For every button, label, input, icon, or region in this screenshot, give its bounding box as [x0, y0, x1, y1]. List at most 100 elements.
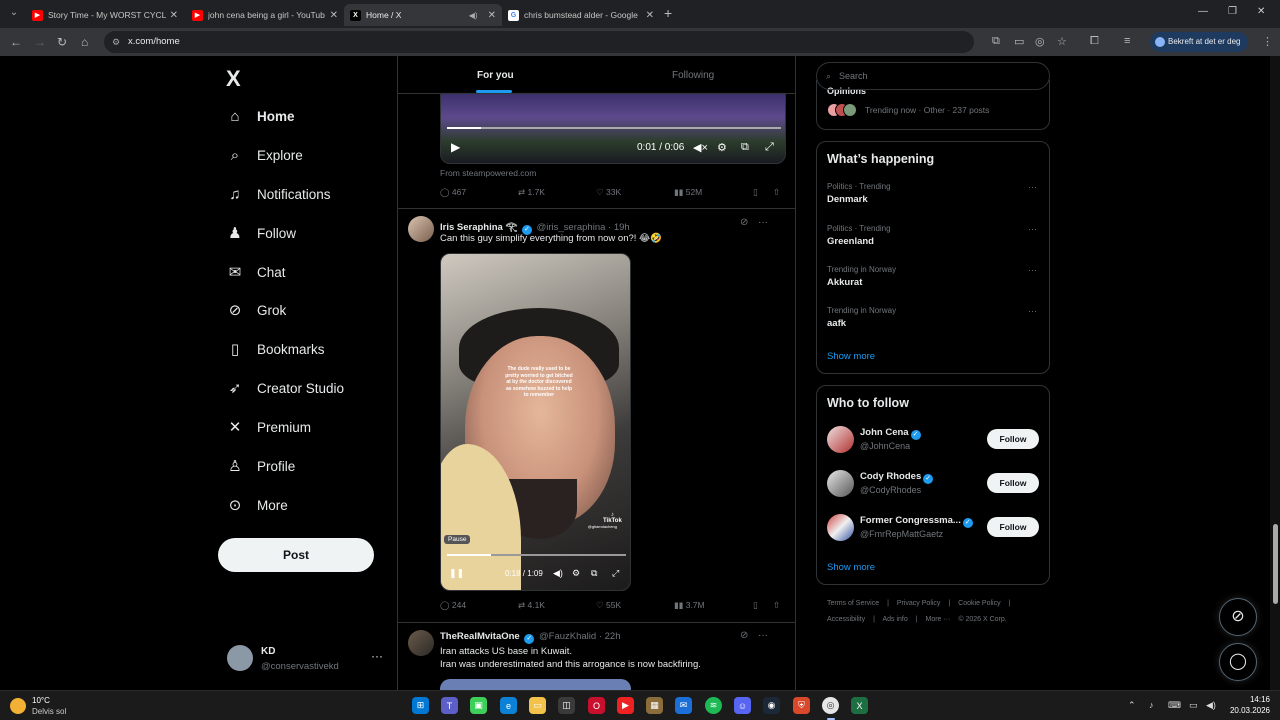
- reload-icon[interactable]: ↻: [57, 35, 67, 49]
- scrollbar-thumb[interactable]: [1273, 524, 1278, 604]
- opera-icon[interactable]: O: [588, 697, 605, 714]
- grok-icon[interactable]: ⊘: [740, 630, 748, 641]
- settings-icon[interactable]: ⚙: [717, 141, 727, 154]
- author-name[interactable]: TheRealMvitaOne: [440, 631, 520, 642]
- keyboard-icon[interactable]: ⌨: [1168, 700, 1181, 711]
- chevron-up-icon[interactable]: ⌃: [1128, 700, 1136, 711]
- shield-icon[interactable]: ⛨: [793, 697, 810, 714]
- like-button[interactable]: ♡ 33K: [596, 187, 621, 198]
- show-more-link[interactable]: Show more: [827, 562, 875, 573]
- bookmark-icon[interactable]: ▯: [753, 187, 758, 198]
- close-tab-icon[interactable]: ✕: [330, 10, 338, 21]
- store-icon[interactable]: ◫: [558, 697, 575, 714]
- star-icon[interactable]: ☆: [1057, 35, 1067, 48]
- nav-follow[interactable]: ♟ Follow: [226, 218, 296, 248]
- footer-link-ads-info[interactable]: Ads info: [882, 616, 907, 623]
- app-icon-brown[interactable]: ▦: [646, 697, 663, 714]
- microphone-icon[interactable]: ♪: [1149, 700, 1154, 710]
- start-icon[interactable]: ⊞: [412, 697, 429, 714]
- nav-bookmarks[interactable]: ▯ Bookmarks: [226, 334, 325, 364]
- browser-menu-icon[interactable]: ⋮: [1262, 35, 1273, 48]
- reply-button[interactable]: ◯ 467: [440, 187, 466, 198]
- volume-icon[interactable]: ◀): [553, 568, 563, 579]
- views-button[interactable]: ▮▮ 52M: [674, 187, 702, 198]
- browser-tab-2[interactable]: ▶ john cena being a girl - YouTub ✕: [186, 4, 344, 26]
- pip-icon[interactable]: ⧉: [591, 568, 597, 579]
- repost-button[interactable]: ⇄ 1.7K: [518, 187, 545, 198]
- account-switcher[interactable]: KD @conservastivekd ···: [227, 644, 387, 674]
- close-tab-icon[interactable]: ✕: [646, 10, 654, 21]
- x-logo[interactable]: X: [226, 66, 241, 92]
- search-input[interactable]: ⌕ Search: [816, 62, 1050, 90]
- share-icon[interactable]: ⇧: [773, 600, 780, 611]
- video-progress-bar[interactable]: [447, 554, 626, 556]
- trend-item[interactable]: Politics · Trending Denmark ···: [827, 182, 1041, 212]
- reading-list-icon[interactable]: ≡: [1124, 35, 1130, 47]
- excel-icon[interactable]: X: [851, 697, 868, 714]
- tweet2-video[interactable]: The dude really used to be pretty worrie…: [440, 253, 631, 591]
- new-tab-button[interactable]: +: [664, 5, 672, 21]
- media-source[interactable]: From steampowered.com: [440, 168, 536, 178]
- trend-item[interactable]: Trending in Norway aafk ···: [827, 306, 1041, 336]
- chrome-icon[interactable]: ◎: [822, 697, 839, 714]
- mute-icon[interactable]: ◀×: [693, 141, 708, 154]
- forward-icon[interactable]: →: [34, 35, 46, 49]
- trend-item[interactable]: Politics · Trending Greenland ···: [827, 224, 1041, 254]
- extensions-icon[interactable]: ⧠: [1090, 35, 1099, 48]
- tweet3-media[interactable]: [440, 679, 631, 690]
- nav-creator-studio[interactable]: ➶ Creator Studio: [226, 373, 344, 403]
- youtube-icon[interactable]: ▶: [617, 697, 634, 714]
- tab-for-you[interactable]: For you: [477, 70, 514, 81]
- eye-off-icon[interactable]: ◎: [1035, 35, 1045, 48]
- follow-suggestion[interactable]: John Cena ✓ @JohnCena Follow: [827, 426, 1041, 460]
- more-dots-icon[interactable]: ···: [758, 630, 768, 641]
- close-tab-icon[interactable]: ✕: [170, 10, 178, 21]
- pip-icon[interactable]: ⧉: [741, 141, 749, 154]
- avatar[interactable]: [408, 216, 434, 242]
- follow-button[interactable]: Follow: [987, 429, 1039, 449]
- messages-fab-button[interactable]: ◯: [1219, 643, 1257, 681]
- nav-chat[interactable]: ✉ Chat: [226, 257, 286, 287]
- nav-home[interactable]: ⌂ Home: [226, 101, 294, 131]
- more-dots-icon[interactable]: ···: [1028, 224, 1037, 234]
- outlook-icon[interactable]: ✉: [675, 697, 692, 714]
- video-progress-bar[interactable]: [447, 127, 781, 129]
- home-icon[interactable]: ⌂: [81, 35, 88, 49]
- system-clock[interactable]: 14:16 20.03.2026: [1226, 694, 1270, 716]
- tab-following[interactable]: Following: [672, 70, 714, 81]
- steam-icon[interactable]: ◉: [763, 697, 780, 714]
- footer-link-cookies[interactable]: Cookie Policy: [958, 600, 1000, 607]
- follow-suggestion[interactable]: Former Congressma... ✓ @FmrRepMattGaetz F…: [827, 514, 1041, 548]
- maximize-button[interactable]: ❐: [1228, 6, 1237, 17]
- nav-explore[interactable]: ⌕ Explore: [226, 140, 303, 170]
- volume-icon[interactable]: ◀): [1206, 700, 1216, 711]
- post-button[interactable]: Post: [218, 538, 374, 572]
- nav-notifications[interactable]: ♫ Notifications: [226, 179, 330, 209]
- share-icon[interactable]: ⇧: [773, 187, 780, 198]
- browser-tab-1[interactable]: ▶ Story Time - My WORST CYCLE ✕: [26, 4, 184, 26]
- browser-tab-4[interactable]: G chris bumstead alder - Google ✕: [502, 4, 660, 26]
- reply-button[interactable]: ◯ 244: [440, 600, 466, 611]
- more-dots-icon[interactable]: ···: [1028, 265, 1037, 275]
- trend-item[interactable]: Trending in Norway Akkurat ···: [827, 265, 1041, 295]
- bookmark-icon[interactable]: ▯: [753, 600, 758, 611]
- nav-grok[interactable]: ⊘ Grok: [226, 295, 287, 325]
- close-window-button[interactable]: ✕: [1257, 6, 1265, 17]
- views-button[interactable]: ▮▮ 3.7M: [674, 600, 705, 611]
- tweet1-video[interactable]: ▶ 0:01 / 0:06 ◀× ⚙ ⧉ ⤢: [440, 92, 786, 164]
- app-icon-green[interactable]: ▣: [470, 697, 487, 714]
- teams-icon[interactable]: T: [441, 697, 458, 714]
- minimize-button[interactable]: —: [1198, 6, 1208, 17]
- browser-tab-3[interactable]: X Home / X ◀) ✕: [344, 4, 502, 26]
- more-dots-icon[interactable]: ···: [758, 217, 768, 228]
- footer-link-more[interactable]: More ···: [926, 616, 951, 623]
- fullscreen-icon[interactable]: ⤢: [612, 568, 619, 579]
- follow-suggestion[interactable]: Cody Rhodes ✓ @CodyRhodes Follow: [827, 470, 1041, 504]
- more-dots-icon[interactable]: ···: [1028, 182, 1037, 192]
- edge-icon[interactable]: e: [500, 697, 517, 714]
- more-dots-icon[interactable]: ···: [1028, 306, 1037, 316]
- tab-search-menu-button[interactable]: ⌄: [6, 5, 22, 21]
- pause-icon[interactable]: ❚❚: [449, 568, 464, 579]
- page-scrollbar[interactable]: [1270, 56, 1280, 690]
- more-dots-icon[interactable]: ···: [371, 649, 383, 663]
